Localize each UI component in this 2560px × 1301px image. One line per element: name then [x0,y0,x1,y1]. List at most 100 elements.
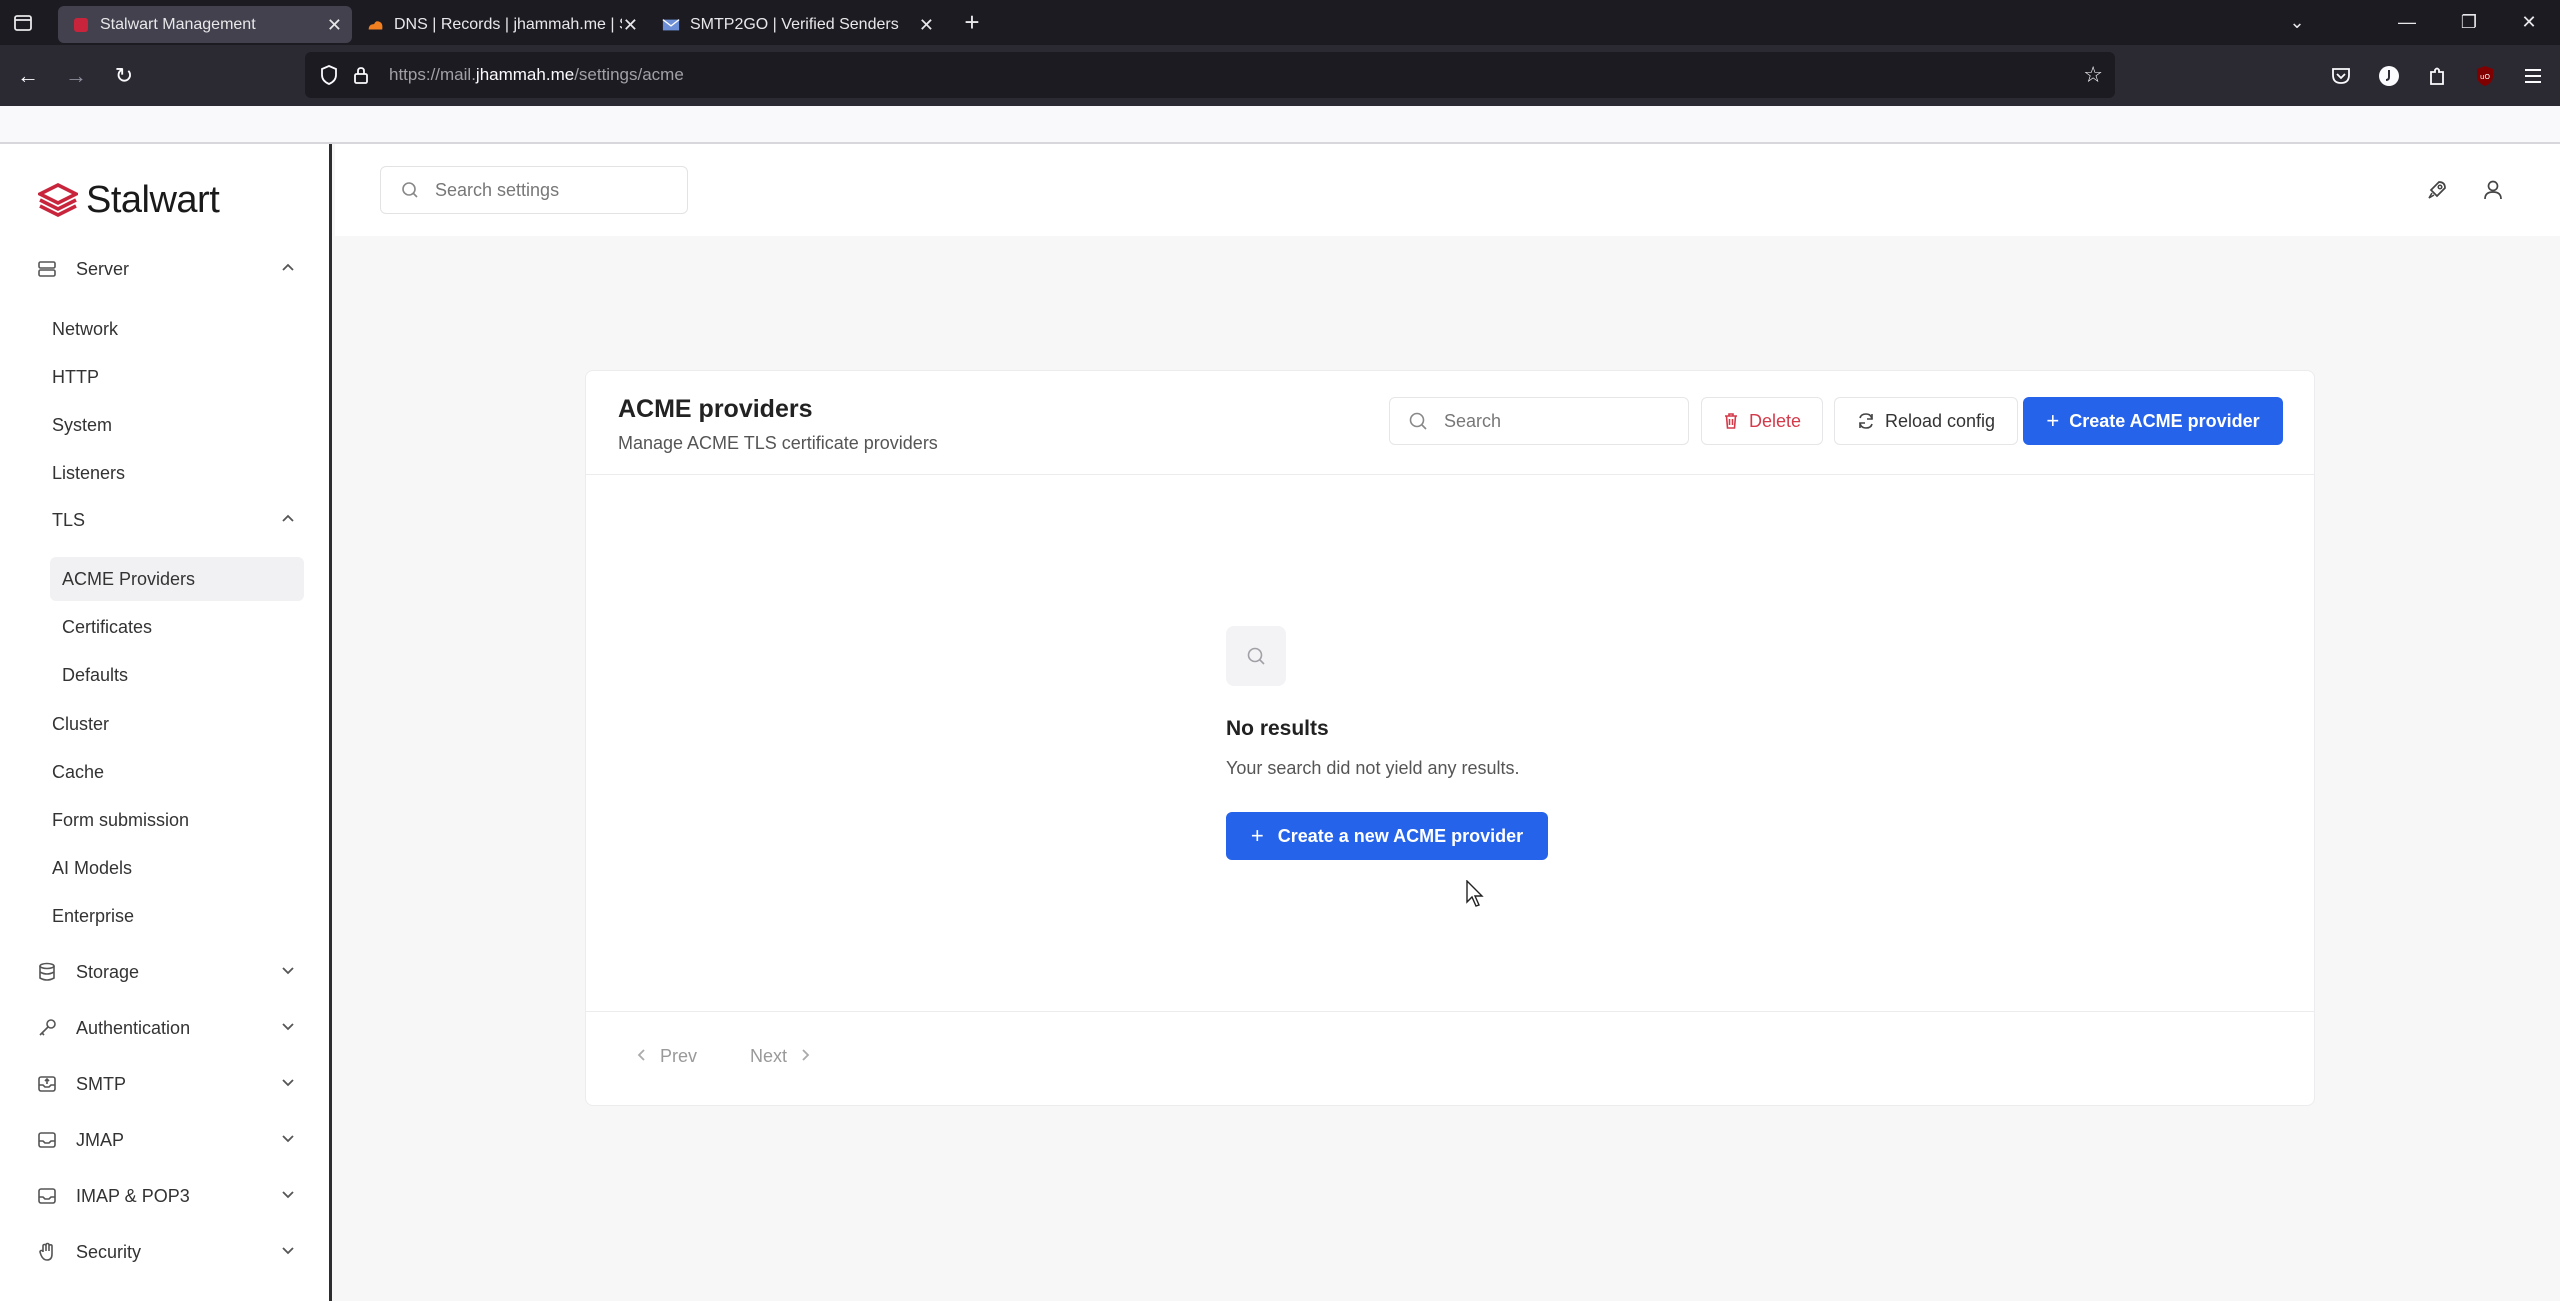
browser-toolbar-right: uO [2324,45,2550,106]
mail-favicon-icon [662,16,680,34]
reload-label: Reload config [1884,410,1996,431]
settings-search-input[interactable]: Search settings [380,166,688,214]
close-window-icon[interactable]: ✕ [2498,0,2560,45]
sidebar-item-listeners[interactable]: Listeners [52,458,125,488]
sidebar-item-certificates[interactable]: Certificates [50,605,304,649]
server-icon [36,258,58,280]
app-top-bar: Search settings [335,144,2560,236]
sidebar-item-http[interactable]: HTTP [52,362,99,392]
chevron-up-icon [280,259,296,280]
sidebar-item-cache[interactable]: Cache [52,757,104,787]
empty-state-text: Your search did not yield any results. [1226,758,1520,778]
prev-button[interactable]: Prev [636,1046,697,1067]
sidebar-item-tls[interactable]: TLS [52,498,296,542]
tab-list-icon[interactable] [0,0,46,45]
key-icon [36,1017,58,1039]
sidebar-item-defaults[interactable]: Defaults [50,653,304,697]
chevron-down-icon [280,1130,296,1151]
pagination: Prev Next [586,1011,2314,1107]
search-input[interactable]: Search [1389,397,1689,445]
sidebar-group-label: Storage [76,961,140,982]
user-icon[interactable] [2479,176,2507,204]
hand-icon [36,1241,58,1263]
next-button[interactable]: Next [750,1046,811,1067]
plus-icon: + [1250,823,1264,848]
brand-name: Stalwart [86,179,220,221]
rocket-icon[interactable] [2423,176,2451,204]
close-tab-icon[interactable]: ✕ [919,15,934,36]
tab-dns[interactable]: DNS | Records | jhammah.me | S ✕ [352,6,648,43]
chevron-down-icon [280,962,296,983]
cloudflare-favicon-icon [366,16,384,34]
sidebar-item-network[interactable]: Network [52,314,118,344]
tab-title: SMTP2GO | Verified Senders [690,15,899,33]
stalwart-logo-icon [38,182,78,217]
inbox-icon [36,1129,58,1151]
minimize-icon[interactable]: — [2376,0,2438,45]
chevron-down-icon [280,1074,296,1095]
sidebar-group-label: Security [76,1241,142,1262]
chevron-right-icon [799,1046,811,1067]
bookmark-star-icon[interactable]: ☆ [2083,62,2103,88]
sidebar-item-form-submission[interactable]: Form submission [52,805,189,835]
forward-icon[interactable]: → [52,52,100,100]
ublock-icon[interactable]: uO [2468,59,2502,93]
lock-icon[interactable] [345,66,377,84]
refresh-icon [1857,412,1875,430]
extensions-icon[interactable] [2420,59,2454,93]
create-new-acme-provider-button[interactable]: + Create a new ACME provider [1226,812,1548,860]
delete-button[interactable]: Delete [1701,397,1823,445]
new-tab-icon[interactable]: + [952,3,992,43]
search-icon [1408,411,1428,431]
page-title: ACME providers [618,395,813,423]
sidebar-item-acme-providers[interactable]: ACME Providers [50,557,304,601]
search-placeholder: Search settings [435,179,560,200]
svg-text:uO: uO [2480,73,2490,81]
list-all-tabs-icon[interactable]: ⌄ [2266,0,2328,45]
sidebar-group-label: IMAP & POP3 [76,1185,190,1206]
close-tab-icon[interactable]: ✕ [623,15,638,36]
empty-search-icon [1226,626,1286,686]
sidebar-item-system[interactable]: System [52,410,112,440]
sidebar-group-smtp[interactable]: SMTP [36,1062,296,1106]
acme-providers-card: ACME providers Manage ACME TLS certifica… [585,370,2315,1106]
shield-icon[interactable] [313,65,345,85]
url-text: https://mail.jhammah.me/settings/acme [389,65,684,84]
restore-icon[interactable]: ❐ [2438,0,2500,45]
reload-config-button[interactable]: Reload config [1834,397,2018,445]
tab-smtp2go[interactable]: SMTP2GO | Verified Senders ✕ [648,6,944,43]
sidebar-item-enterprise[interactable]: Enterprise [52,901,134,931]
inbox-upload-icon [36,1073,58,1095]
sidebar: Stalwart Server Network HTTP System List… [0,144,332,1301]
create-acme-provider-button[interactable]: + Create ACME provider [2023,397,2283,445]
url-bar[interactable]: https://mail.jhammah.me/settings/acme ☆ [305,52,2115,98]
sidebar-group-server[interactable]: Server [36,247,296,291]
pocket-icon[interactable] [2324,59,2358,93]
reload-icon[interactable]: ↻ [100,52,148,100]
sidebar-group-label: JMAP [76,1129,125,1150]
database-icon [36,961,58,983]
chevron-down-icon [280,1186,296,1207]
sidebar-group-jmap[interactable]: JMAP [36,1118,296,1162]
tab-title: DNS | Records | jhammah.me | S [394,15,622,33]
sidebar-group-imap-pop3[interactable]: IMAP & POP3 [36,1174,296,1218]
sidebar-group-storage[interactable]: Storage [36,950,296,994]
account-icon[interactable] [2372,59,2406,93]
sidebar-group-security[interactable]: Security [36,1230,296,1274]
chevron-down-icon [280,1242,296,1263]
sidebar-item-cluster[interactable]: Cluster [52,709,109,739]
tab-title: Stalwart Management [100,15,256,33]
sidebar-item-ai-models[interactable]: AI Models [52,853,132,883]
back-icon[interactable]: ← [4,52,52,100]
tab-stalwart[interactable]: Stalwart Management ✕ [58,6,352,43]
inbox-icon [36,1185,58,1207]
close-tab-icon[interactable]: ✕ [327,15,342,36]
sidebar-group-authentication[interactable]: Authentication [36,1006,296,1050]
brand-logo[interactable]: Stalwart [38,179,220,222]
page-subtitle: Manage ACME TLS certificate providers [618,433,938,453]
search-icon [401,181,419,199]
trash-icon [1723,412,1739,430]
card-header: ACME providers Manage ACME TLS certifica… [586,371,2314,475]
mouse-cursor-icon [1466,880,1484,907]
menu-icon[interactable] [2516,59,2550,93]
